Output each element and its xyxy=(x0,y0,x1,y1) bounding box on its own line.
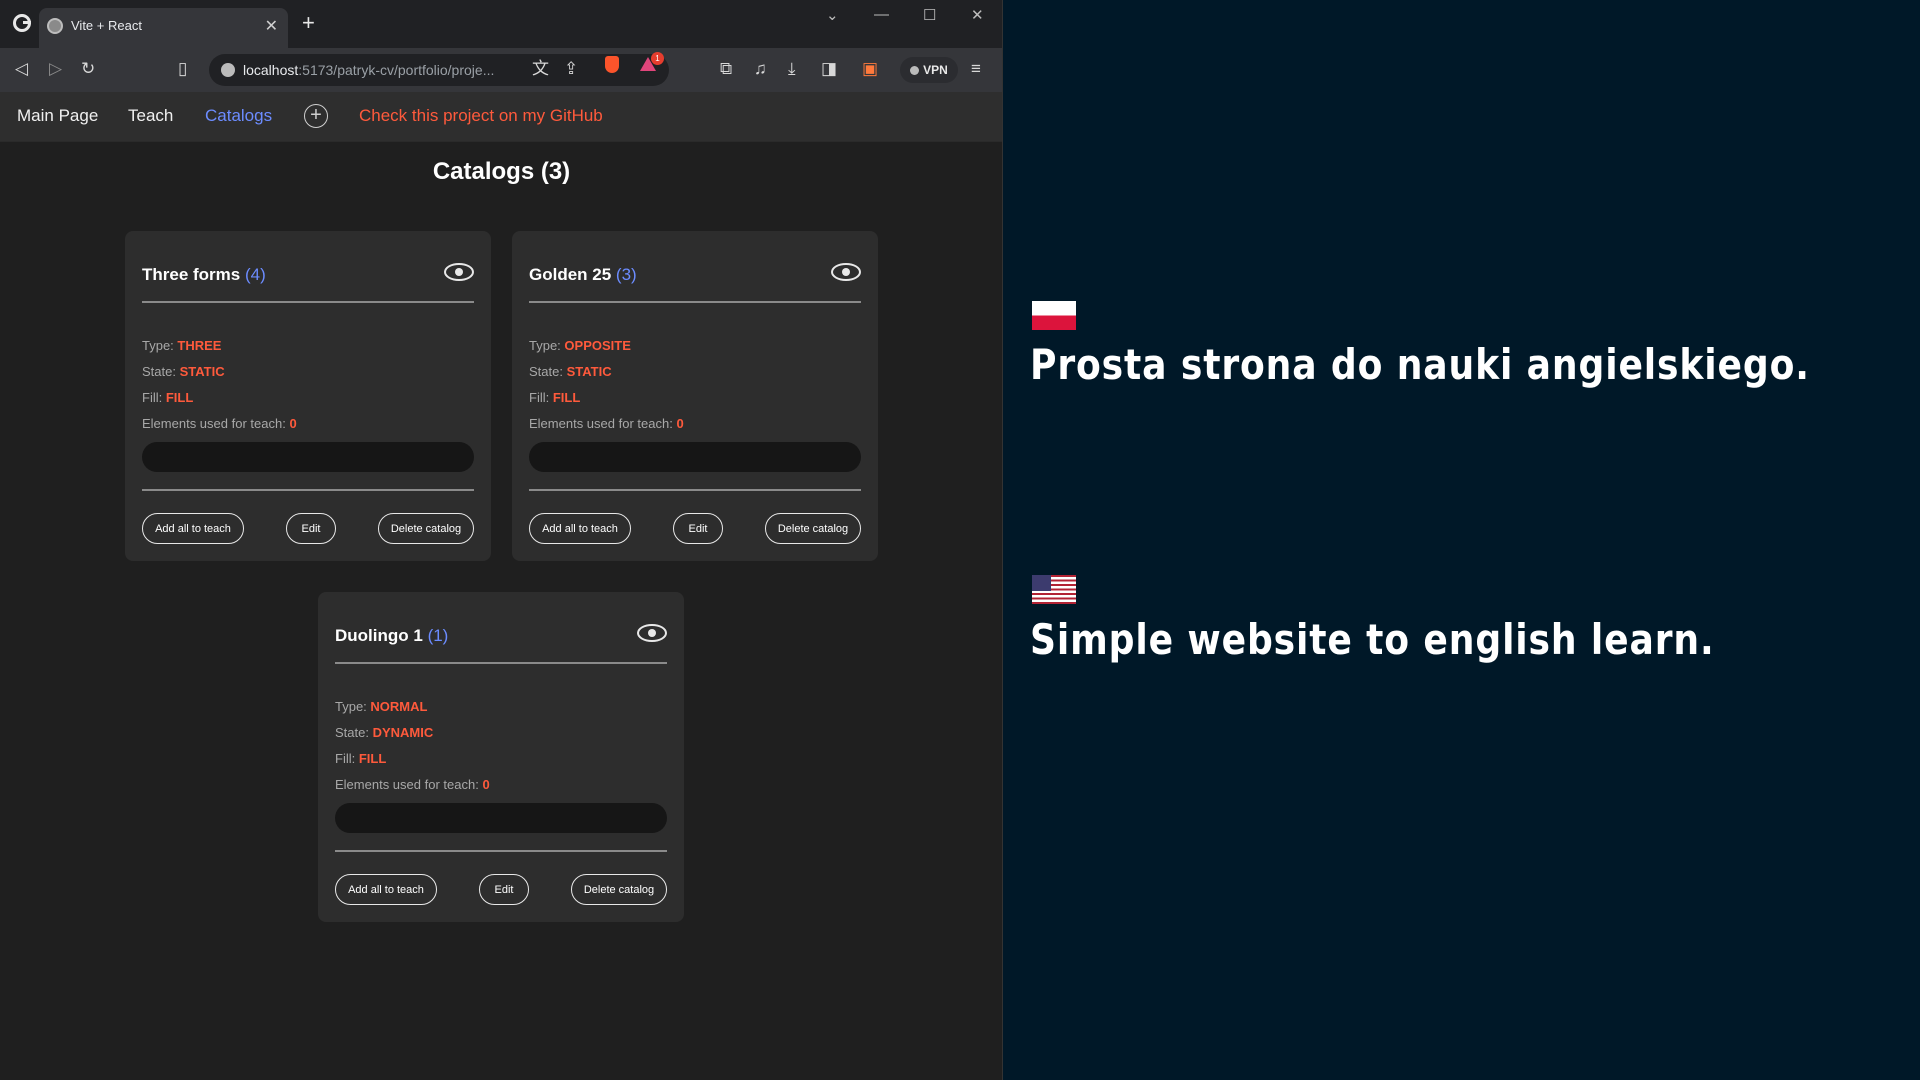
catalog-elements: Elements used for teach: 0 xyxy=(529,416,684,431)
close-tab-icon[interactable]: ✕ xyxy=(265,16,278,36)
wallet-icon[interactable]: ▣ xyxy=(862,59,878,79)
divider xyxy=(142,301,474,303)
nav-catalogs[interactable]: Catalogs xyxy=(205,106,272,126)
delete-catalog-button[interactable]: Delete catalog xyxy=(571,874,667,905)
progress-bar xyxy=(529,442,861,472)
divider xyxy=(335,850,667,852)
eye-icon[interactable] xyxy=(444,263,474,281)
catalog-elements: Elements used for teach: 0 xyxy=(335,777,490,792)
browser-toolbar: ◁ ▷ ↻ ▯ localhost:5173/patryk-cv/portfol… xyxy=(0,48,1002,92)
minimize-icon[interactable]: — xyxy=(874,6,889,23)
divider xyxy=(335,662,667,664)
add-catalog-icon[interactable]: + xyxy=(304,104,328,128)
url-text[interactable]: localhost:5173/patryk-cv/portfolio/proje… xyxy=(243,62,494,78)
vpn-label: VPN xyxy=(923,63,948,77)
globe-icon xyxy=(47,18,63,34)
catalog-fill: Fill: FILL xyxy=(529,390,581,405)
catalog-state: State: DYNAMIC xyxy=(335,725,434,740)
progress-bar xyxy=(335,803,667,833)
catalog-fill: Fill: FILL xyxy=(335,751,387,766)
tab-search-icon[interactable]: ⌄ xyxy=(826,6,839,24)
brave-shield-icon[interactable] xyxy=(605,56,619,73)
catalog-title: Duolingo 1 (1) xyxy=(335,626,449,645)
nav-teach[interactable]: Teach xyxy=(128,106,173,126)
music-icon[interactable]: ♫ xyxy=(754,59,767,79)
translate-icon[interactable]: 文 xyxy=(532,59,549,79)
menu-icon[interactable]: ≡ xyxy=(971,59,981,79)
edit-button[interactable]: Edit xyxy=(479,874,529,905)
delete-catalog-button[interactable]: Delete catalog xyxy=(765,513,861,544)
rewards-badge: 1 xyxy=(651,52,664,65)
main-content: Catalogs (3) Three forms (4) Type: THREE… xyxy=(0,142,1002,1080)
tab-title: Vite + React xyxy=(71,18,142,33)
usa-flag-icon xyxy=(1032,575,1076,604)
catalog-title: Golden 25 (3) xyxy=(529,265,637,284)
divider xyxy=(142,489,474,491)
maximize-icon[interactable]: ☐ xyxy=(923,6,936,24)
edit-button[interactable]: Edit xyxy=(286,513,336,544)
divider xyxy=(529,301,861,303)
catalog-type: Type: THREE xyxy=(142,338,222,353)
poland-flag-icon xyxy=(1032,301,1076,330)
tab-strip: Vite + React ✕ + ⌄ — ☐ ✕ xyxy=(0,0,1002,48)
catalog-state: State: STATIC xyxy=(529,364,612,379)
catalog-card: Golden 25 (3) Type: OPPOSITE State: STAT… xyxy=(512,231,878,561)
sidebar-icon[interactable]: ◨ xyxy=(821,59,837,79)
extensions-icon[interactable]: ⧉ xyxy=(720,59,732,79)
catalog-type: Type: NORMAL xyxy=(335,699,428,714)
github-link[interactable]: Check this project on my GitHub xyxy=(359,106,603,126)
add-all-to-teach-button[interactable]: Add all to teach xyxy=(142,513,244,544)
promo-text-polish: Prosta strona do nauki angielskiego. xyxy=(1030,340,1810,389)
catalog-card: Duolingo 1 (1) Type: NORMAL State: DYNAM… xyxy=(318,592,684,922)
address-bar[interactable]: localhost:5173/patryk-cv/portfolio/proje… xyxy=(209,54,669,86)
eye-icon[interactable] xyxy=(831,263,861,281)
download-icon[interactable]: ⤓ xyxy=(788,59,796,79)
share-icon[interactable]: ⇪ xyxy=(564,59,578,79)
catalog-title: Three forms (4) xyxy=(142,265,266,284)
add-all-to-teach-button[interactable]: Add all to teach xyxy=(335,874,437,905)
catalog-card: Three forms (4) Type: THREE State: STATI… xyxy=(125,231,491,561)
divider xyxy=(529,489,861,491)
catalog-fill: Fill: FILL xyxy=(142,390,194,405)
catalog-type: Type: OPPOSITE xyxy=(529,338,631,353)
forward-icon[interactable]: ▷ xyxy=(49,59,62,79)
google-logo-icon[interactable] xyxy=(13,14,31,32)
catalog-elements: Elements used for teach: 0 xyxy=(142,416,297,431)
bookmark-icon[interactable]: ▯ xyxy=(178,59,187,79)
browser-tab[interactable]: Vite + React ✕ xyxy=(39,8,288,48)
browser-window: Vite + React ✕ + ⌄ — ☐ ✕ ◁ ▷ ↻ ▯ localho… xyxy=(0,0,1003,1080)
edit-button[interactable]: Edit xyxy=(673,513,723,544)
app-navbar: Main Page Teach Catalogs + Check this pr… xyxy=(0,92,1002,142)
nav-main-page[interactable]: Main Page xyxy=(17,106,98,126)
add-all-to-teach-button[interactable]: Add all to teach xyxy=(529,513,631,544)
reload-icon[interactable]: ↻ xyxy=(81,59,95,79)
delete-catalog-button[interactable]: Delete catalog xyxy=(378,513,474,544)
catalog-state: State: STATIC xyxy=(142,364,225,379)
close-window-icon[interactable]: ✕ xyxy=(971,6,984,24)
promo-text-english: Simple website to english learn. xyxy=(1030,615,1715,664)
back-icon[interactable]: ◁ xyxy=(15,59,28,79)
progress-bar xyxy=(142,442,474,472)
vpn-button[interactable]: VPN xyxy=(900,57,958,83)
page-title: Catalogs (3) xyxy=(432,158,571,185)
eye-icon[interactable] xyxy=(637,624,667,642)
new-tab-icon[interactable]: + xyxy=(302,12,315,34)
site-info-icon[interactable] xyxy=(221,63,235,77)
